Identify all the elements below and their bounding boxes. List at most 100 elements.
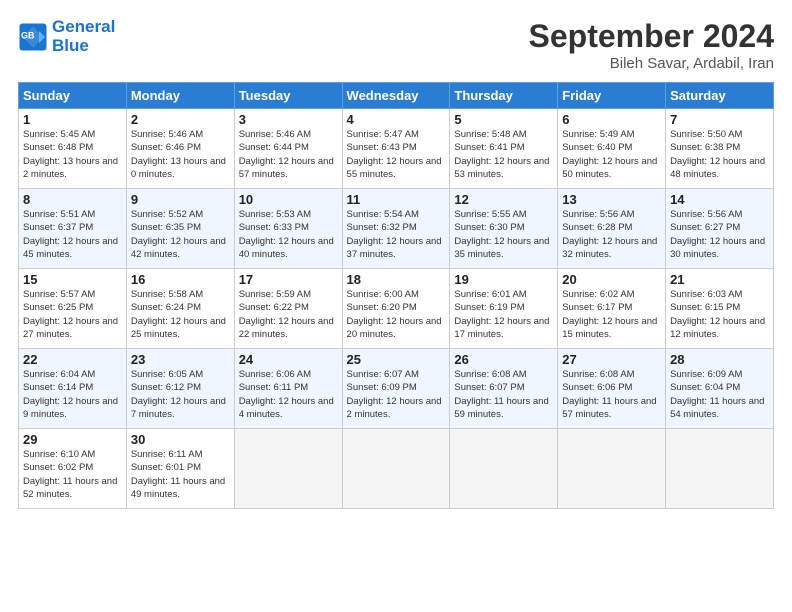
table-row: 24 Sunrise: 6:06 AM Sunset: 6:11 PM Dayl… <box>234 349 342 429</box>
table-row: 21 Sunrise: 6:03 AM Sunset: 6:15 PM Dayl… <box>666 269 774 349</box>
header-friday: Friday <box>558 83 666 109</box>
title-block: September 2024 Bileh Savar, Ardabil, Ira… <box>529 18 774 72</box>
table-row: 10 Sunrise: 5:53 AM Sunset: 6:33 PM Dayl… <box>234 189 342 269</box>
day-info: Sunrise: 5:59 AM Sunset: 6:22 PM Dayligh… <box>239 288 338 341</box>
day-number: 26 <box>454 352 553 367</box>
day-info: Sunrise: 5:45 AM Sunset: 6:48 PM Dayligh… <box>23 128 122 181</box>
day-info: Sunrise: 5:49 AM Sunset: 6:40 PM Dayligh… <box>562 128 661 181</box>
table-row: 14 Sunrise: 5:56 AM Sunset: 6:27 PM Dayl… <box>666 189 774 269</box>
day-number: 17 <box>239 272 338 287</box>
day-info: Sunrise: 5:51 AM Sunset: 6:37 PM Dayligh… <box>23 208 122 261</box>
header-monday: Monday <box>126 83 234 109</box>
day-number: 25 <box>347 352 446 367</box>
page: GB General Blue September 2024 Bileh Sav… <box>0 0 792 612</box>
table-row: 11 Sunrise: 5:54 AM Sunset: 6:32 PM Dayl… <box>342 189 450 269</box>
day-number: 23 <box>131 352 230 367</box>
day-number: 5 <box>454 112 553 127</box>
table-row: 8 Sunrise: 5:51 AM Sunset: 6:37 PM Dayli… <box>19 189 127 269</box>
day-info: Sunrise: 5:50 AM Sunset: 6:38 PM Dayligh… <box>670 128 769 181</box>
day-info: Sunrise: 5:48 AM Sunset: 6:41 PM Dayligh… <box>454 128 553 181</box>
table-row: 12 Sunrise: 5:55 AM Sunset: 6:30 PM Dayl… <box>450 189 558 269</box>
header: GB General Blue September 2024 Bileh Sav… <box>18 18 774 72</box>
day-number: 14 <box>670 192 769 207</box>
day-number: 21 <box>670 272 769 287</box>
day-number: 2 <box>131 112 230 127</box>
table-row <box>450 429 558 509</box>
table-row: 18 Sunrise: 6:00 AM Sunset: 6:20 PM Dayl… <box>342 269 450 349</box>
table-row: 15 Sunrise: 5:57 AM Sunset: 6:25 PM Dayl… <box>19 269 127 349</box>
logo-text: General Blue <box>52 18 115 55</box>
day-info: Sunrise: 5:53 AM Sunset: 6:33 PM Dayligh… <box>239 208 338 261</box>
table-row: 2 Sunrise: 5:46 AM Sunset: 6:46 PM Dayli… <box>126 109 234 189</box>
day-number: 6 <box>562 112 661 127</box>
table-row: 16 Sunrise: 5:58 AM Sunset: 6:24 PM Dayl… <box>126 269 234 349</box>
calendar-table: Sunday Monday Tuesday Wednesday Thursday… <box>18 82 774 509</box>
table-row: 19 Sunrise: 6:01 AM Sunset: 6:19 PM Dayl… <box>450 269 558 349</box>
day-info: Sunrise: 6:04 AM Sunset: 6:14 PM Dayligh… <box>23 368 122 421</box>
table-row: 7 Sunrise: 5:50 AM Sunset: 6:38 PM Dayli… <box>666 109 774 189</box>
calendar-week-row: 29 Sunrise: 6:10 AM Sunset: 6:02 PM Dayl… <box>19 429 774 509</box>
svg-text:GB: GB <box>21 30 35 40</box>
header-saturday: Saturday <box>666 83 774 109</box>
day-number: 18 <box>347 272 446 287</box>
day-info: Sunrise: 6:10 AM Sunset: 6:02 PM Dayligh… <box>23 448 122 501</box>
day-info: Sunrise: 6:00 AM Sunset: 6:20 PM Dayligh… <box>347 288 446 341</box>
table-row: 29 Sunrise: 6:10 AM Sunset: 6:02 PM Dayl… <box>19 429 127 509</box>
table-row <box>342 429 450 509</box>
day-number: 9 <box>131 192 230 207</box>
table-row: 9 Sunrise: 5:52 AM Sunset: 6:35 PM Dayli… <box>126 189 234 269</box>
table-row: 23 Sunrise: 6:05 AM Sunset: 6:12 PM Dayl… <box>126 349 234 429</box>
day-info: Sunrise: 6:08 AM Sunset: 6:06 PM Dayligh… <box>562 368 661 421</box>
calendar-header-row: Sunday Monday Tuesday Wednesday Thursday… <box>19 83 774 109</box>
month-title: September 2024 <box>529 18 774 55</box>
logo: GB General Blue <box>18 18 115 55</box>
table-row: 1 Sunrise: 5:45 AM Sunset: 6:48 PM Dayli… <box>19 109 127 189</box>
day-number: 20 <box>562 272 661 287</box>
day-number: 28 <box>670 352 769 367</box>
day-number: 8 <box>23 192 122 207</box>
day-number: 27 <box>562 352 661 367</box>
day-info: Sunrise: 6:01 AM Sunset: 6:19 PM Dayligh… <box>454 288 553 341</box>
day-info: Sunrise: 6:06 AM Sunset: 6:11 PM Dayligh… <box>239 368 338 421</box>
table-row <box>234 429 342 509</box>
header-wednesday: Wednesday <box>342 83 450 109</box>
day-number: 10 <box>239 192 338 207</box>
day-number: 1 <box>23 112 122 127</box>
day-info: Sunrise: 5:56 AM Sunset: 6:28 PM Dayligh… <box>562 208 661 261</box>
table-row: 30 Sunrise: 6:11 AM Sunset: 6:01 PM Dayl… <box>126 429 234 509</box>
location: Bileh Savar, Ardabil, Iran <box>529 55 774 72</box>
header-tuesday: Tuesday <box>234 83 342 109</box>
table-row: 13 Sunrise: 5:56 AM Sunset: 6:28 PM Dayl… <box>558 189 666 269</box>
table-row: 20 Sunrise: 6:02 AM Sunset: 6:17 PM Dayl… <box>558 269 666 349</box>
day-number: 12 <box>454 192 553 207</box>
header-sunday: Sunday <box>19 83 127 109</box>
day-info: Sunrise: 6:07 AM Sunset: 6:09 PM Dayligh… <box>347 368 446 421</box>
day-number: 11 <box>347 192 446 207</box>
table-row: 4 Sunrise: 5:47 AM Sunset: 6:43 PM Dayli… <box>342 109 450 189</box>
table-row: 27 Sunrise: 6:08 AM Sunset: 6:06 PM Dayl… <box>558 349 666 429</box>
day-info: Sunrise: 5:56 AM Sunset: 6:27 PM Dayligh… <box>670 208 769 261</box>
day-info: Sunrise: 6:05 AM Sunset: 6:12 PM Dayligh… <box>131 368 230 421</box>
table-row: 6 Sunrise: 5:49 AM Sunset: 6:40 PM Dayli… <box>558 109 666 189</box>
day-info: Sunrise: 5:54 AM Sunset: 6:32 PM Dayligh… <box>347 208 446 261</box>
day-info: Sunrise: 5:46 AM Sunset: 6:44 PM Dayligh… <box>239 128 338 181</box>
day-number: 30 <box>131 432 230 447</box>
table-row <box>666 429 774 509</box>
day-info: Sunrise: 5:58 AM Sunset: 6:24 PM Dayligh… <box>131 288 230 341</box>
day-info: Sunrise: 5:52 AM Sunset: 6:35 PM Dayligh… <box>131 208 230 261</box>
day-number: 4 <box>347 112 446 127</box>
day-number: 19 <box>454 272 553 287</box>
calendar-week-row: 22 Sunrise: 6:04 AM Sunset: 6:14 PM Dayl… <box>19 349 774 429</box>
day-info: Sunrise: 5:46 AM Sunset: 6:46 PM Dayligh… <box>131 128 230 181</box>
calendar-week-row: 8 Sunrise: 5:51 AM Sunset: 6:37 PM Dayli… <box>19 189 774 269</box>
table-row: 22 Sunrise: 6:04 AM Sunset: 6:14 PM Dayl… <box>19 349 127 429</box>
day-number: 7 <box>670 112 769 127</box>
table-row: 5 Sunrise: 5:48 AM Sunset: 6:41 PM Dayli… <box>450 109 558 189</box>
table-row: 28 Sunrise: 6:09 AM Sunset: 6:04 PM Dayl… <box>666 349 774 429</box>
day-info: Sunrise: 5:57 AM Sunset: 6:25 PM Dayligh… <box>23 288 122 341</box>
day-info: Sunrise: 5:55 AM Sunset: 6:30 PM Dayligh… <box>454 208 553 261</box>
day-number: 22 <box>23 352 122 367</box>
day-number: 29 <box>23 432 122 447</box>
table-row <box>558 429 666 509</box>
calendar-week-row: 1 Sunrise: 5:45 AM Sunset: 6:48 PM Dayli… <box>19 109 774 189</box>
